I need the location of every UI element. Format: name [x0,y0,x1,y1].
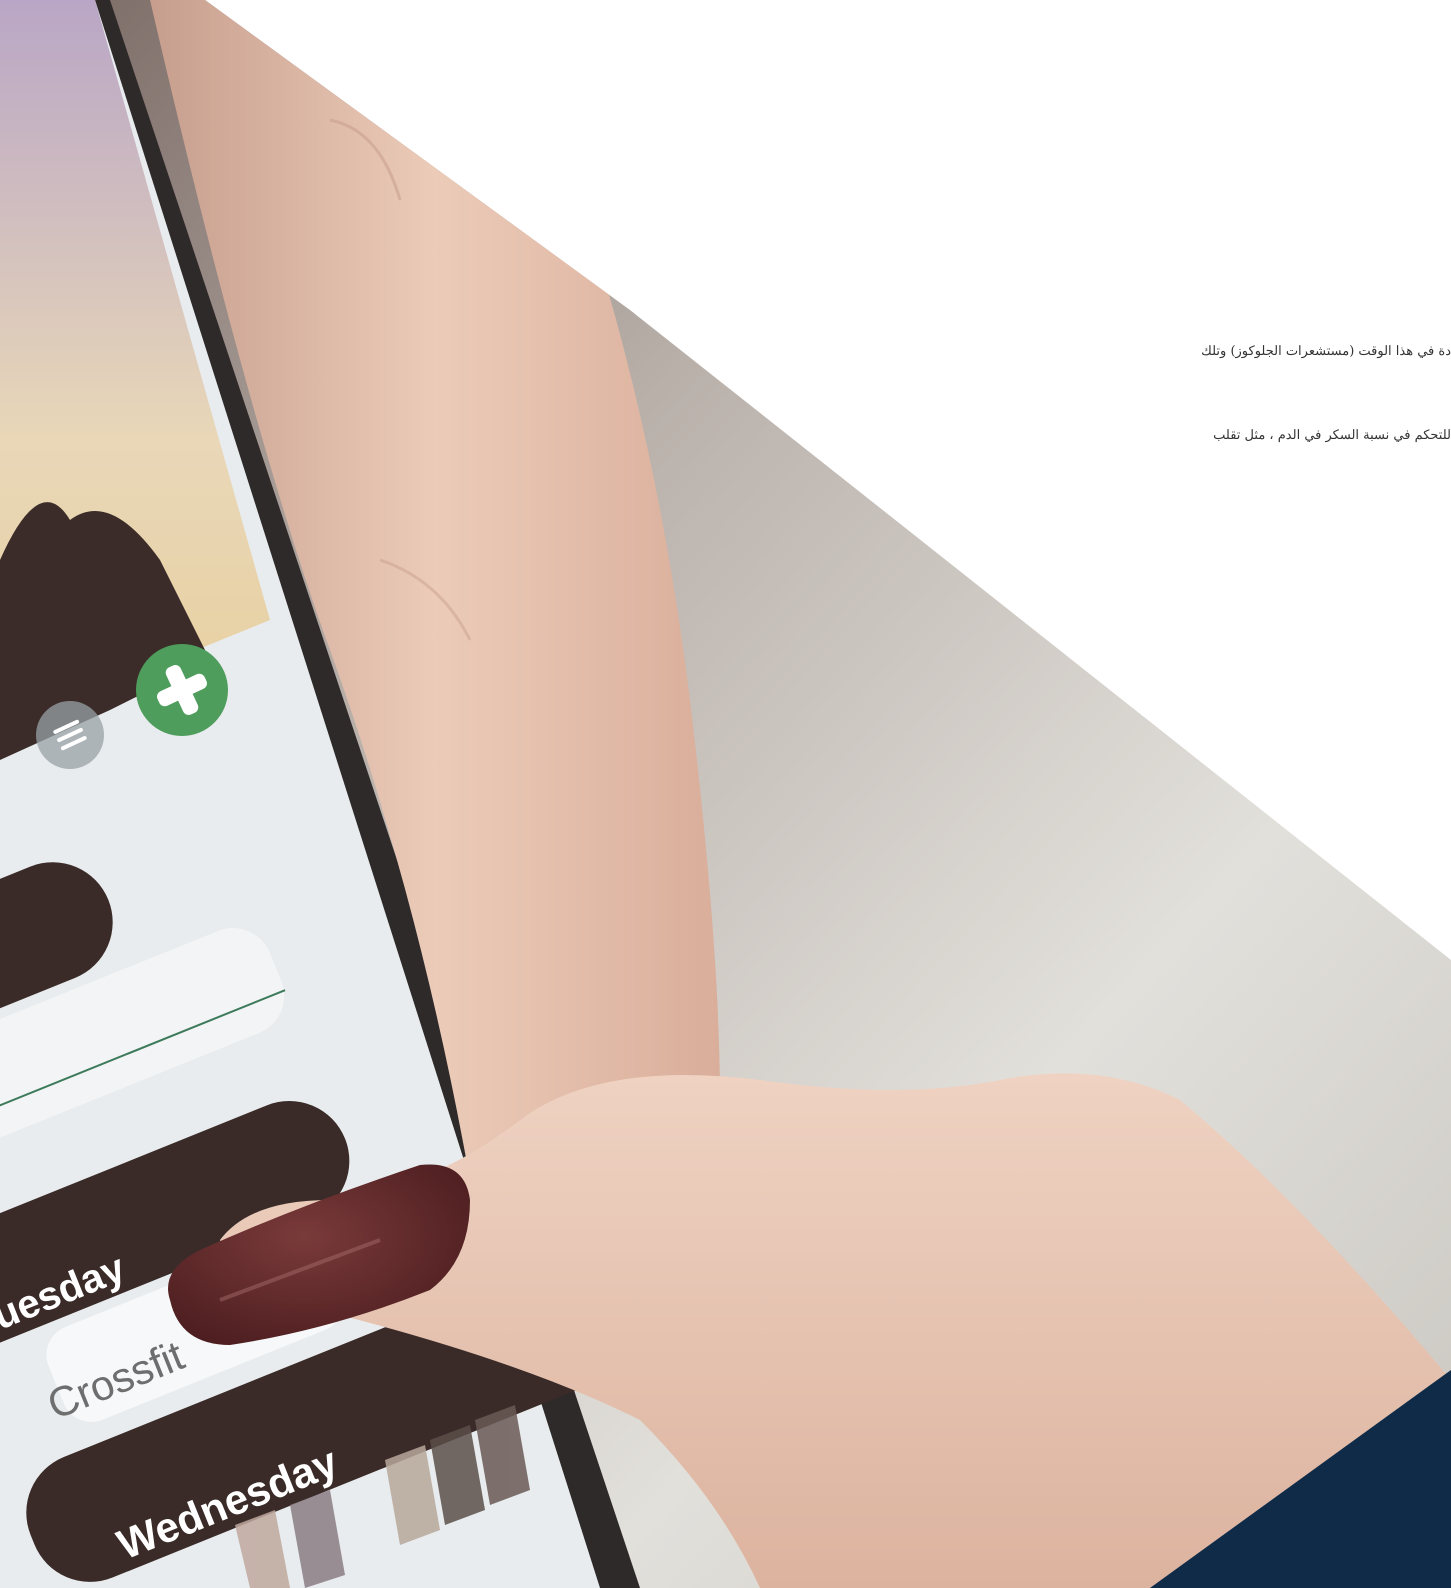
photo-scene: uesday Crossfit Wednesday [0,0,1451,1588]
add-button[interactable] [136,644,228,736]
arabic-text-line-2: للتحكم في نسبة السكر في الدم ، مثل تقلب [1213,428,1451,443]
menu-button[interactable] [36,701,104,769]
arabic-text-line-1: دة في هذا الوقت (مستشعرات الجلوكوز) وتلك [1201,344,1451,359]
